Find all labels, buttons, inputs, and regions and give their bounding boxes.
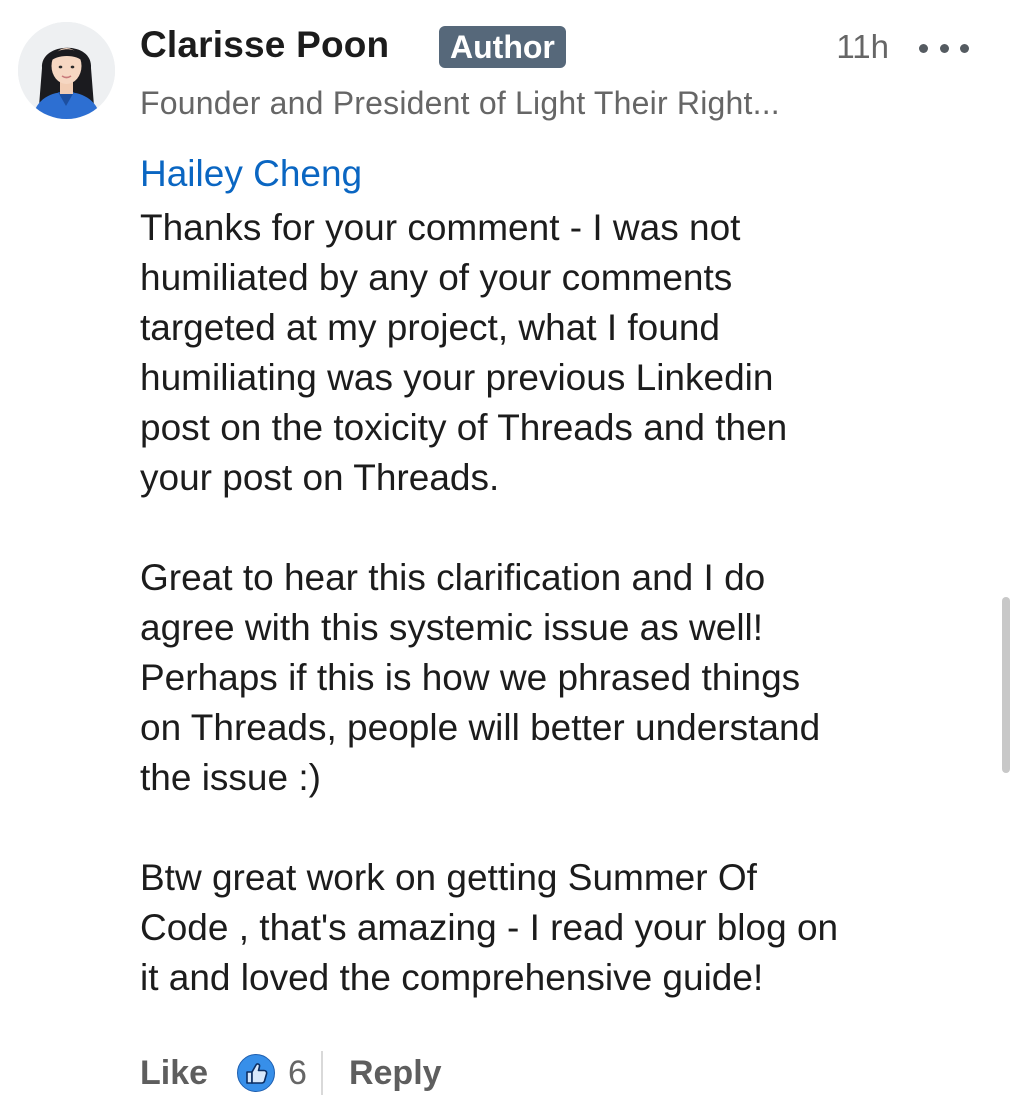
avatar-image (18, 22, 115, 119)
comment-paragraph: Thanks for your comment - I was not humi… (140, 207, 788, 498)
comment-body: Thanks for your comment - I was not humi… (140, 203, 990, 1003)
avatar[interactable] (18, 22, 115, 119)
reply-button[interactable]: Reply (349, 1054, 442, 1093)
reaction-count[interactable]: 6 (288, 1054, 307, 1093)
comment-timestamp: 11h (836, 28, 889, 65)
author-badge: Author (439, 26, 566, 68)
scrollbar-thumb[interactable] (1002, 597, 1010, 773)
author-name[interactable]: Clarisse Poon (140, 24, 389, 66)
comment-paragraph: Great to hear this clarification and I d… (140, 557, 821, 798)
comment-paragraph: Btw great work on getting Summer Of Code… (140, 857, 839, 998)
mention-link[interactable]: Hailey Cheng (140, 153, 362, 195)
comment-actions: Like 6 Reply (140, 1048, 442, 1098)
thumbs-up-icon[interactable] (236, 1053, 276, 1093)
divider (320, 1051, 323, 1095)
comment-card: Clarisse Poon Author 11h Founder and Pre… (0, 0, 1021, 1114)
more-options-button[interactable] (919, 33, 969, 63)
more-horizontal-icon (939, 43, 949, 53)
more-horizontal-icon (960, 43, 969, 53)
author-headline: Founder and President of Light Their Rig… (140, 85, 780, 121)
like-button[interactable]: Like (140, 1054, 208, 1093)
more-horizontal-icon (919, 43, 928, 53)
